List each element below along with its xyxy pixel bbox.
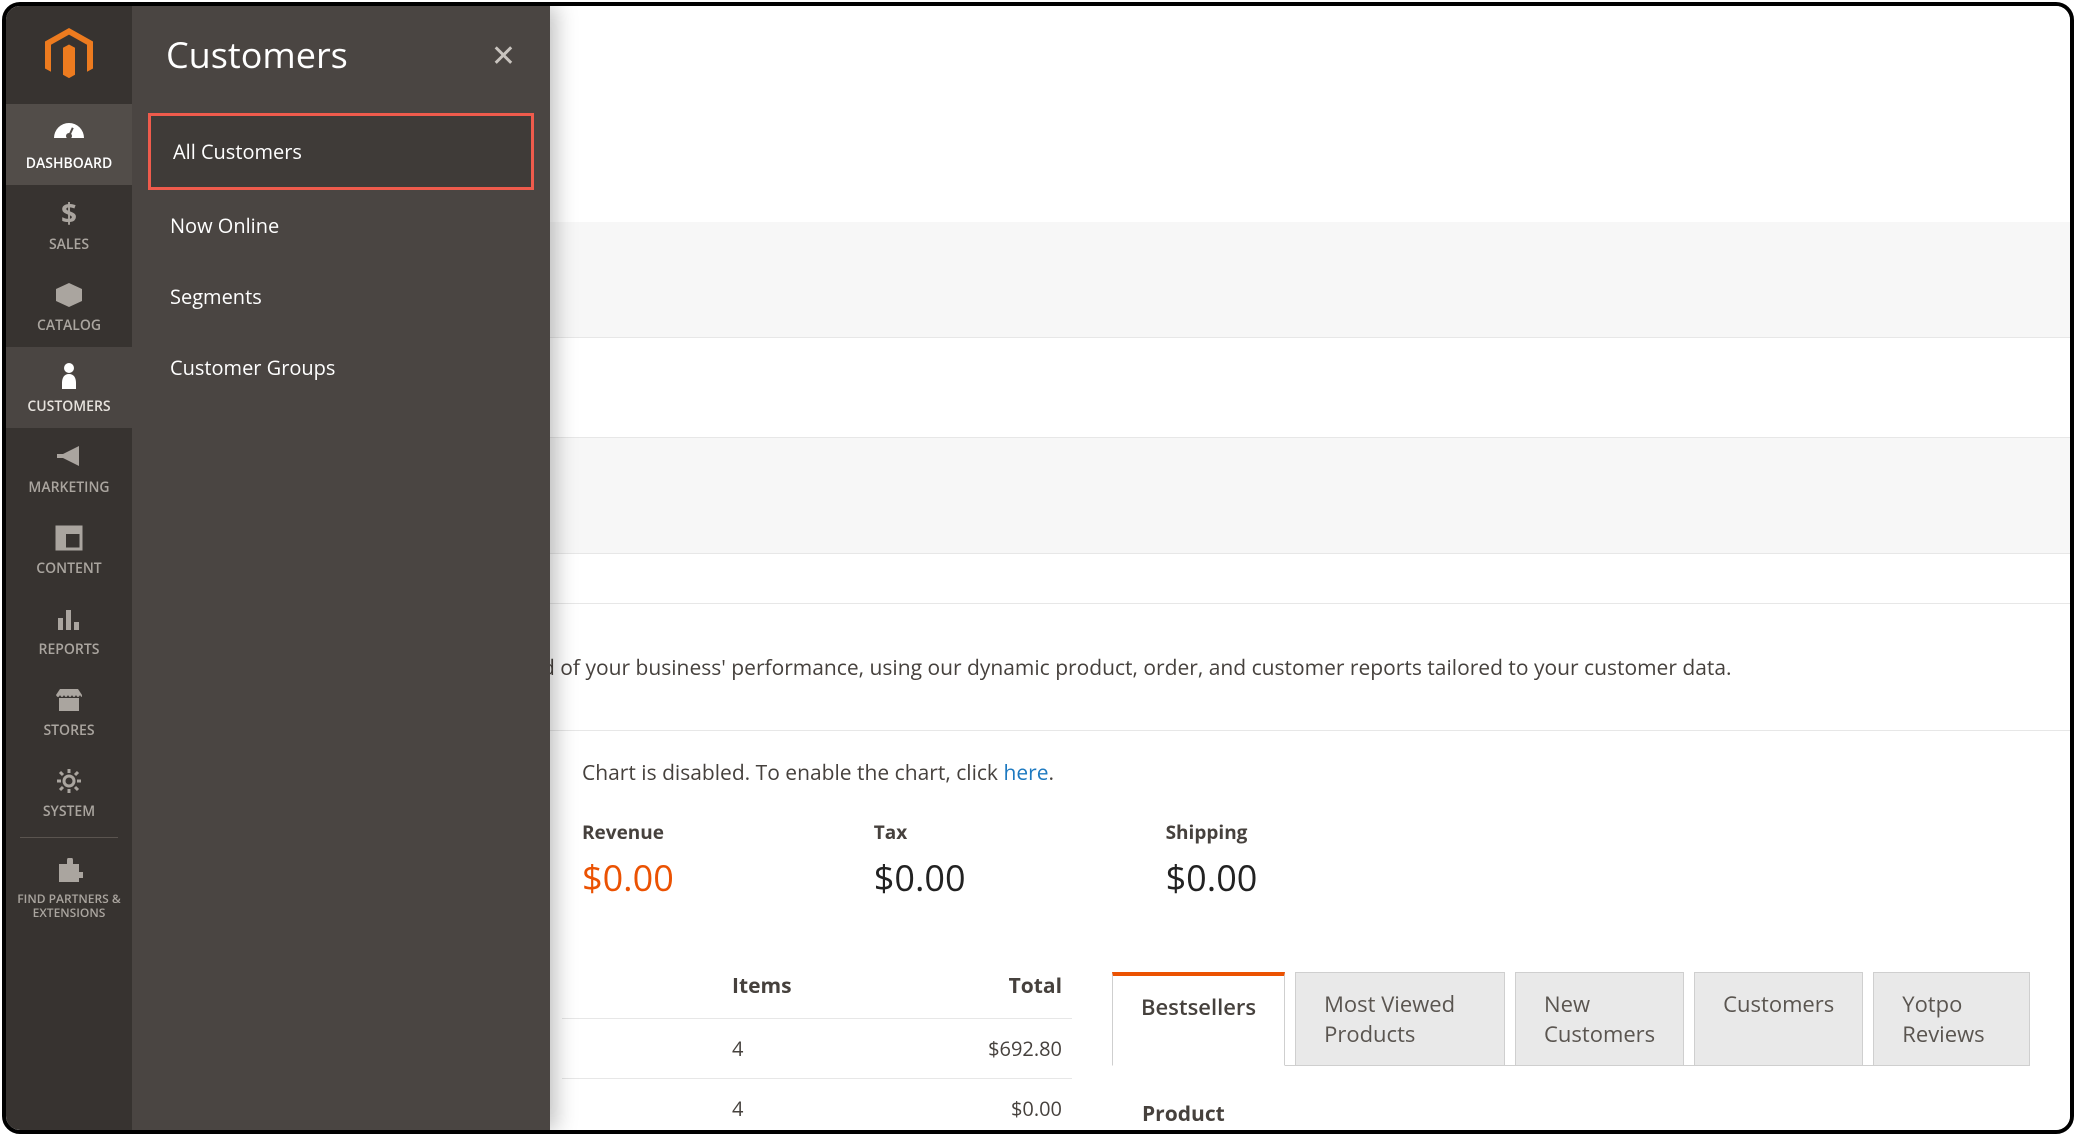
customers-flyout: Customers ✕ All Customers Now Online Seg… (132, 6, 550, 1130)
nav-separator (20, 837, 118, 838)
flyout-item-now-online[interactable]: Now Online (148, 190, 534, 261)
flyout-item-segments[interactable]: Segments (148, 261, 534, 332)
box-icon (51, 280, 87, 310)
sidebar-item-label: CATALOG (37, 316, 101, 335)
close-icon[interactable]: ✕ (491, 34, 516, 75)
metric-label: Tax (874, 819, 966, 845)
flyout-item-customer-groups[interactable]: Customer Groups (148, 332, 534, 403)
flyout-item-label: Segments (170, 283, 262, 310)
flyout-item-label: Now Online (170, 212, 279, 239)
metric-tax: Tax $0.00 (874, 819, 966, 902)
orders-summary-table: Items Total 4 $692.80 4 $0.00 1 $110.00 (562, 972, 1072, 1134)
puzzle-icon (51, 856, 87, 886)
sidebar-item-dashboard[interactable]: DASHBOARD (6, 104, 132, 185)
sidebar-item-customers[interactable]: CUSTOMERS (6, 347, 132, 428)
cell-total: $692.80 (902, 1035, 1062, 1062)
tab-customers[interactable]: Customers (1694, 972, 1863, 1066)
metric-label: Shipping (1166, 819, 1258, 845)
flyout-item-all-customers[interactable]: All Customers (148, 113, 534, 190)
sidebar-item-stores[interactable]: STORES (6, 671, 132, 752)
desc-text: d of your business' performance, using o… (542, 654, 1732, 682)
table-row[interactable]: 4 $692.80 (562, 1018, 1072, 1078)
bars-icon (51, 604, 87, 634)
sidebar-item-partners[interactable]: FIND PARTNERS & EXTENSIONS (6, 842, 132, 933)
dollar-icon: $ (51, 199, 87, 229)
admin-sidebar: DASHBOARD $ SALES CATALOG CUSTOMERS MARK… (6, 6, 132, 1130)
enable-chart-link[interactable]: here (1003, 759, 1048, 787)
sidebar-item-content[interactable]: CONTENT (6, 509, 132, 590)
dashboard-tabs: Bestsellers Most Viewed Products New Cus… (1112, 972, 2030, 1066)
metric-value: $0.00 (1166, 853, 1258, 902)
sidebar-item-marketing[interactable]: MARKETING (6, 428, 132, 509)
cell-total: $0.00 (902, 1095, 1062, 1122)
flyout-item-label: Customer Groups (170, 354, 335, 381)
metric-value: $0.00 (582, 853, 674, 902)
sidebar-item-label: MARKETING (28, 478, 109, 497)
megaphone-icon (51, 442, 87, 472)
cell-items: 4 (732, 1035, 902, 1062)
tab-bestsellers[interactable]: Bestsellers (1112, 972, 1285, 1066)
sidebar-item-label: REPORTS (39, 640, 100, 659)
metric-label: Revenue (582, 819, 674, 845)
col-header-total: Total (902, 972, 1062, 1000)
bestsellers-panel: Product Radiant Tee-XS-Blue Push It Mess… (1112, 1065, 2030, 1134)
col-header-items: Items (732, 972, 902, 1000)
chart-notice-suffix: . (1048, 759, 1054, 787)
flyout-title: Customers (166, 30, 348, 79)
sidebar-item-label: SYSTEM (43, 802, 95, 821)
sidebar-item-label: DASHBOARD (26, 154, 112, 173)
col-header-product: Product (1142, 1100, 2030, 1134)
sidebar-item-label: FIND PARTNERS & EXTENSIONS (10, 892, 128, 921)
sidebar-item-sales[interactable]: $ SALES (6, 185, 132, 266)
tab-new-customers[interactable]: New Customers (1515, 972, 1684, 1066)
sidebar-item-system[interactable]: SYSTEM (6, 752, 132, 833)
magento-logo-icon (45, 28, 93, 82)
sidebar-item-label: STORES (43, 721, 94, 740)
tab-yotpo[interactable]: Yotpo Reviews (1873, 972, 2030, 1066)
svg-text:$: $ (61, 199, 77, 229)
chart-notice-prefix: Chart is disabled. To enable the chart, … (582, 759, 1003, 787)
sidebar-item-label: SALES (49, 235, 89, 254)
gauge-icon (51, 118, 87, 148)
magento-logo[interactable] (6, 6, 132, 104)
metric-value: $0.00 (874, 853, 966, 902)
layout-icon (51, 523, 87, 553)
sidebar-item-reports[interactable]: REPORTS (6, 590, 132, 671)
sidebar-item-label: CUSTOMERS (27, 397, 110, 416)
sidebar-item-catalog[interactable]: CATALOG (6, 266, 132, 347)
table-row[interactable]: 4 $0.00 (562, 1078, 1072, 1134)
metric-shipping: Shipping $0.00 (1166, 819, 1258, 902)
sidebar-item-label: CONTENT (36, 559, 101, 578)
gear-icon (51, 766, 87, 796)
person-icon (51, 361, 87, 391)
cell-items: 4 (732, 1095, 902, 1122)
store-icon (51, 685, 87, 715)
metric-revenue: Revenue $0.00 (582, 819, 674, 902)
flyout-item-label: All Customers (173, 138, 302, 165)
tab-most-viewed[interactable]: Most Viewed Products (1295, 972, 1505, 1066)
